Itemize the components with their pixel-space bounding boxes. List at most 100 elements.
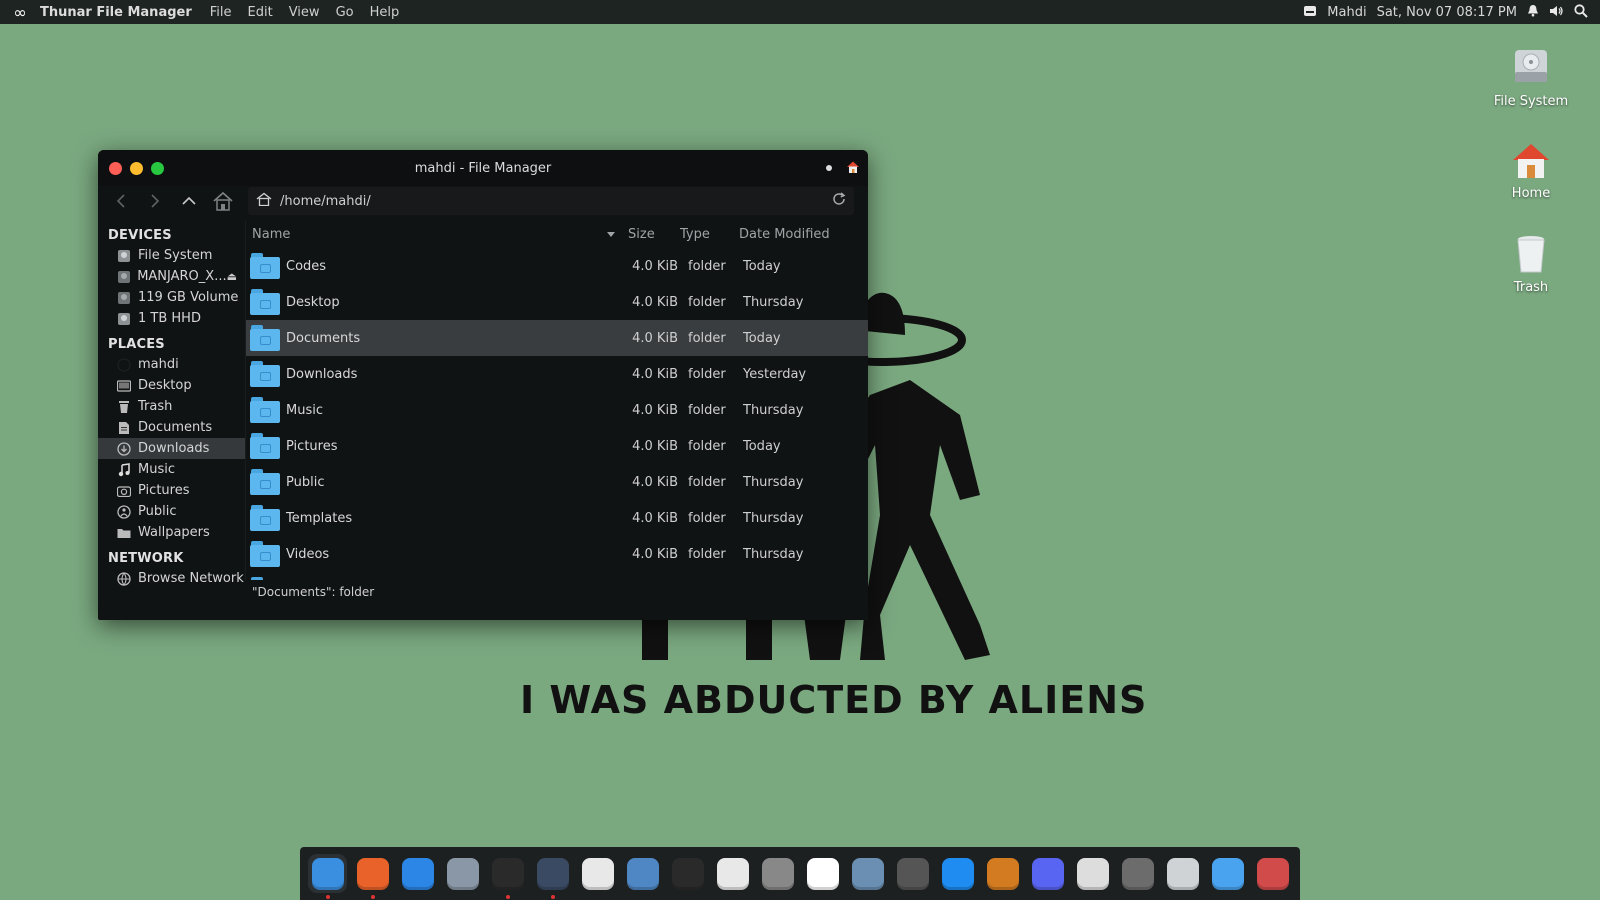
close-button[interactable] xyxy=(109,161,122,175)
files-icon[interactable] xyxy=(1208,854,1247,893)
column-name[interactable]: Name xyxy=(246,227,626,242)
image-viewer-icon[interactable] xyxy=(758,854,797,893)
clock[interactable]: Sat, Nov 07 08:17 PM xyxy=(1377,5,1517,20)
network-icon xyxy=(116,571,132,587)
drive-icon xyxy=(116,248,132,264)
sidebar-item-label: Browse Network xyxy=(138,571,244,586)
terminal-icon[interactable] xyxy=(488,854,527,899)
menu-file[interactable]: File xyxy=(210,5,232,20)
table-row[interactable]: Codes 4.0 KiB folder Today xyxy=(246,248,868,284)
desktop-icon-label: File System xyxy=(1493,94,1569,109)
window-menu-dot-icon[interactable] xyxy=(826,165,832,171)
sort-desc-icon[interactable] xyxy=(606,227,616,242)
menu-go[interactable]: Go xyxy=(336,5,354,20)
sidebar-item-manjaro[interactable]: MANJARO_X... ⏏ xyxy=(98,266,245,287)
minimize-button[interactable] xyxy=(130,161,143,175)
sidebar-item-wallpapers[interactable]: Wallpapers xyxy=(98,522,245,543)
desktop-icon-home[interactable]: Home xyxy=(1486,138,1576,201)
user-name[interactable]: Mahdi xyxy=(1327,5,1366,20)
file-name-cell: Documents xyxy=(246,325,632,351)
preview-icon[interactable] xyxy=(623,854,662,893)
media-player-icon[interactable] xyxy=(983,854,1022,893)
menu-help[interactable]: Help xyxy=(370,5,400,20)
folder-icon xyxy=(116,525,132,541)
finder-icon[interactable] xyxy=(308,854,347,899)
vscode-icon[interactable] xyxy=(533,854,572,899)
location-bar[interactable]: /home/mahdi/ xyxy=(248,187,854,215)
location-path[interactable]: /home/mahdi/ xyxy=(280,194,371,209)
column-size[interactable]: Size xyxy=(626,227,680,242)
reload-icon[interactable] xyxy=(832,192,846,210)
sidebar-item-trash[interactable]: Trash xyxy=(98,396,245,417)
status-text: "Documents": folder xyxy=(252,585,375,599)
table-row[interactable]: Pictures 4.0 KiB folder Today xyxy=(246,428,868,464)
table-row[interactable]: Templates 4.0 KiB folder Thursday xyxy=(246,500,868,536)
firefox-icon[interactable] xyxy=(353,854,392,899)
sidebar-item-mahdi[interactable]: mahdi xyxy=(98,354,245,375)
text-editor-icon[interactable] xyxy=(578,854,617,893)
file-name-cell: Templates xyxy=(246,505,632,531)
maximize-button[interactable] xyxy=(151,161,164,175)
notes-icon[interactable] xyxy=(1073,854,1112,893)
sidebar-item-label: Wallpapers xyxy=(138,525,210,540)
discord-icon[interactable] xyxy=(1028,854,1067,893)
menu-view[interactable]: View xyxy=(289,5,320,20)
active-app-name[interactable]: Thunar File Manager xyxy=(40,5,192,20)
sidebar-item-documents[interactable]: Documents xyxy=(98,417,245,438)
sidebar-item-file-system[interactable]: File System xyxy=(98,245,245,266)
column-type[interactable]: Type xyxy=(680,227,739,242)
dock xyxy=(300,847,1300,900)
drive-icon xyxy=(116,290,132,306)
bell-icon[interactable] xyxy=(1527,4,1539,20)
file-name-cell: Codes xyxy=(246,253,632,279)
sidebar-item-desktop[interactable]: Desktop xyxy=(98,375,245,396)
sidebar-item-downloads[interactable]: Downloads xyxy=(98,438,245,459)
home-button[interactable] xyxy=(206,187,240,215)
system-menu-icon[interactable]: ∞ xyxy=(0,3,40,22)
desktop-icon-trash[interactable]: Trash xyxy=(1486,232,1576,295)
system-prefs-icon[interactable] xyxy=(1118,854,1157,893)
photos-icon[interactable] xyxy=(848,854,887,893)
table-row[interactable]: Documents 4.0 KiB folder Today xyxy=(246,320,868,356)
safari-icon[interactable] xyxy=(398,854,437,893)
sidebar-item-119gb[interactable]: 119 GB Volume xyxy=(98,287,245,308)
back-button[interactable] xyxy=(104,187,138,215)
table-row[interactable]: Wallpapers4.0 KiBfolderYesterday xyxy=(246,572,868,580)
cube-app-icon[interactable] xyxy=(1253,854,1292,893)
eject-icon[interactable]: ⏏ xyxy=(227,270,237,283)
sidebar-item-pictures[interactable]: Pictures xyxy=(98,480,245,501)
file-type: folder xyxy=(688,330,726,346)
file-date: Thursday xyxy=(743,510,804,526)
user-card-icon[interactable] xyxy=(1303,5,1317,20)
settings-tools-icon[interactable] xyxy=(893,854,932,893)
table-row[interactable]: Music 4.0 KiB folder Thursday xyxy=(246,392,868,428)
launchpad-icon[interactable] xyxy=(443,854,482,893)
sidebar-item-public[interactable]: Public xyxy=(98,501,245,522)
column-date-modified[interactable]: Date Modified xyxy=(739,227,849,242)
table-row[interactable]: Public 4.0 KiB folder Thursday xyxy=(246,464,868,500)
table-row[interactable]: Desktop 4.0 KiB folder Thursday xyxy=(246,284,868,320)
calendar-icon[interactable] xyxy=(803,854,842,893)
file-type: folder xyxy=(688,546,726,562)
sidebar-item-browse-network[interactable]: Browse Network xyxy=(98,568,245,589)
search-icon[interactable] xyxy=(1574,3,1588,21)
sidebar-item-1tb[interactable]: 1 TB HHD xyxy=(98,308,245,329)
home-icon[interactable] xyxy=(846,159,860,178)
desktop-icon-file-system[interactable]: File System xyxy=(1486,46,1576,109)
git-icon[interactable] xyxy=(668,854,707,893)
screenshot-icon[interactable] xyxy=(713,854,752,893)
trash-icon[interactable] xyxy=(1163,854,1202,893)
volume-icon[interactable] xyxy=(1549,5,1564,20)
table-row[interactable]: Downloads 4.0 KiB folder Yesterday xyxy=(246,356,868,392)
window-titlebar[interactable]: mahdi - File Manager xyxy=(98,150,868,186)
sidebar-item-label: Public xyxy=(138,504,177,519)
download-icon xyxy=(116,441,132,457)
table-row[interactable]: Videos 4.0 KiB folder Thursday xyxy=(246,536,868,572)
forward-button[interactable] xyxy=(138,187,172,215)
sidebar-item-music[interactable]: Music xyxy=(98,459,245,480)
menu-edit[interactable]: Edit xyxy=(248,5,273,20)
up-button[interactable] xyxy=(172,187,206,215)
file-list: Name Size Type Date Modified Codes 4.0 Ki… xyxy=(245,220,868,580)
app-store-icon[interactable] xyxy=(938,854,977,893)
file-name: Desktop xyxy=(286,294,340,310)
